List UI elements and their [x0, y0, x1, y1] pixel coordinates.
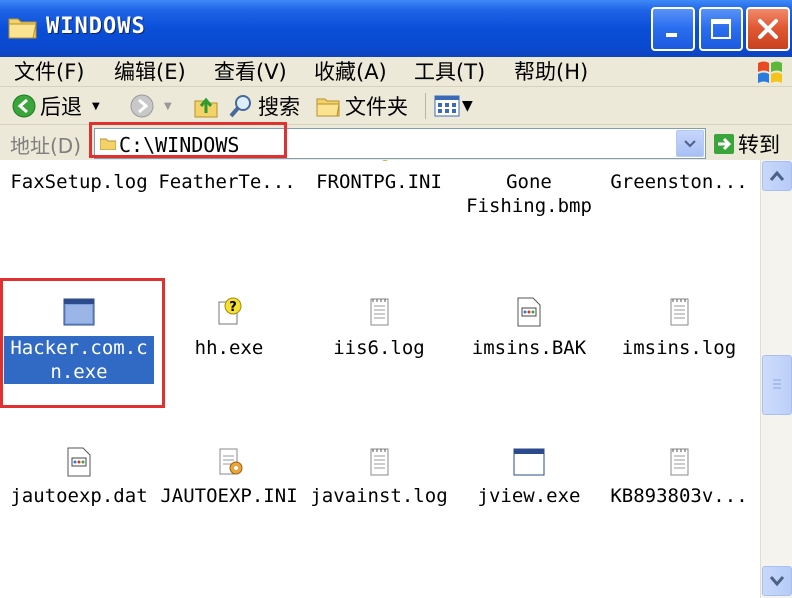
window-title: WINDOWS — [46, 14, 146, 39]
grip-icon — [773, 379, 781, 389]
file-name: FaxSetup.log — [10, 171, 148, 193]
file-name: imsins.log — [621, 337, 737, 359]
chevron-down-icon — [769, 576, 785, 587]
log-icon — [370, 448, 389, 476]
back-button[interactable]: 后退 ▼ — [12, 92, 100, 120]
menu-tools[interactable]: 工具(T) — [414, 57, 485, 87]
close-button[interactable] — [746, 7, 790, 51]
windows-logo-icon — [758, 61, 782, 83]
log-icon — [63, 160, 95, 168]
log-icon — [370, 298, 389, 326]
scroll-up-button[interactable] — [762, 161, 792, 191]
file-name: imsins.BAK — [471, 337, 587, 359]
toolbar-separator — [425, 93, 426, 119]
log-icon — [670, 448, 689, 476]
maximize-icon — [711, 19, 731, 39]
file-item[interactable]: imsins.log — [604, 296, 754, 386]
file-item[interactable]: jview.exe — [454, 446, 604, 516]
views-icon — [434, 95, 460, 117]
bak-icon — [517, 297, 541, 327]
folders-button[interactable]: 文件夹 — [315, 92, 408, 120]
forward-arrow-icon — [130, 94, 154, 118]
minimize-icon — [666, 33, 677, 37]
file-item[interactable]: iis6.log — [304, 296, 454, 386]
chevron-down-icon — [684, 139, 696, 147]
views-button[interactable]: ▼ — [434, 92, 473, 120]
menu-bar: 文件(F) 编辑(E) 查看(V) 收藏(A) 工具(T) 帮助(H) — [0, 57, 792, 87]
file-item[interactable]: FaxSetup.log — [4, 160, 154, 246]
file-item[interactable]: JAUTOEXP.INI — [154, 446, 304, 516]
maximize-button[interactable] — [699, 7, 743, 51]
chevron-up-icon — [769, 170, 785, 181]
menu-edit[interactable]: 编辑(E) — [114, 57, 186, 87]
folders-label: 文件夹 — [345, 95, 408, 119]
file-name: jview.exe — [477, 485, 581, 507]
file-name: Gone Fishing.bmp — [466, 171, 592, 217]
file-name: KB893803v... — [610, 485, 748, 507]
file-item[interactable]: jautoexp.dat — [4, 446, 154, 516]
file-name: JAUTOEXP.INI — [160, 485, 298, 507]
close-icon — [758, 19, 778, 39]
forward-dropdown-icon: ▼ — [164, 100, 172, 112]
minimize-button[interactable] — [651, 7, 695, 51]
back-dropdown-icon[interactable]: ▼ — [92, 101, 100, 112]
svg-text:?: ? — [229, 300, 237, 315]
file-item[interactable]: Greenston... — [604, 160, 754, 246]
back-label: 后退 — [40, 95, 82, 119]
menu-favorites[interactable]: 收藏(A) — [314, 57, 387, 87]
vertical-scrollbar[interactable] — [760, 160, 792, 598]
scroll-thumb[interactable] — [762, 355, 792, 415]
menu-file[interactable]: 文件(F) — [14, 57, 84, 87]
scroll-down-button[interactable] — [762, 566, 792, 596]
go-arrow-icon — [714, 134, 734, 154]
go-button[interactable]: 转到 — [714, 131, 780, 157]
up-folder-icon — [194, 97, 218, 118]
folders-icon — [316, 98, 340, 117]
file-highlight-box — [0, 278, 165, 408]
menu-help[interactable]: 帮助(H) — [514, 57, 588, 87]
exe-icon — [513, 448, 545, 476]
forward-button[interactable]: ▼ — [130, 92, 172, 120]
file-name: jautoexp.dat — [10, 485, 148, 507]
toolbar: 后退 ▼ ▼ 搜索 文件夹 ▼ — [0, 87, 792, 125]
file-name: FeatherTe... — [158, 171, 296, 193]
folder-icon — [8, 18, 37, 39]
menu-view[interactable]: 查看(V) — [214, 57, 287, 87]
title-bar[interactable]: WINDOWS — [0, 0, 792, 57]
search-button[interactable]: 搜索 — [228, 92, 300, 120]
go-label: 转到 — [738, 133, 780, 157]
file-name: Greenston... — [610, 171, 748, 193]
file-item[interactable]: KB893803v... — [604, 446, 754, 516]
file-name: FRONTPG.INI — [316, 171, 442, 193]
search-icon — [229, 95, 251, 118]
help-exe-icon: ? — [218, 297, 242, 325]
bmp-icon — [663, 160, 695, 168]
address-dropdown-button[interactable] — [676, 130, 704, 157]
address-label: 地址(D) — [10, 134, 82, 158]
file-item[interactable]: ? hh.exe — [154, 296, 304, 386]
file-item[interactable]: imsins.BAK — [454, 296, 604, 386]
file-item[interactable]: Gone Fishing.bmp — [454, 160, 604, 246]
file-item[interactable]: FRONTPG.INI — [304, 160, 454, 246]
file-item[interactable]: javainst.log — [304, 446, 454, 516]
file-name: hh.exe — [194, 337, 264, 359]
ini-icon — [382, 160, 388, 161]
file-item[interactable]: FeatherTe... — [152, 160, 302, 246]
bmp-icon — [513, 160, 545, 168]
dat-icon — [67, 447, 91, 477]
views-dropdown-icon: ▼ — [462, 98, 473, 114]
ini-icon — [219, 448, 243, 475]
log-icon — [670, 298, 689, 326]
file-name: iis6.log — [333, 337, 425, 359]
back-arrow-icon — [12, 94, 36, 118]
file-name: javainst.log — [310, 485, 448, 507]
address-highlight-box — [89, 122, 287, 158]
up-folder-button[interactable] — [193, 92, 219, 120]
search-label: 搜索 — [258, 95, 300, 119]
